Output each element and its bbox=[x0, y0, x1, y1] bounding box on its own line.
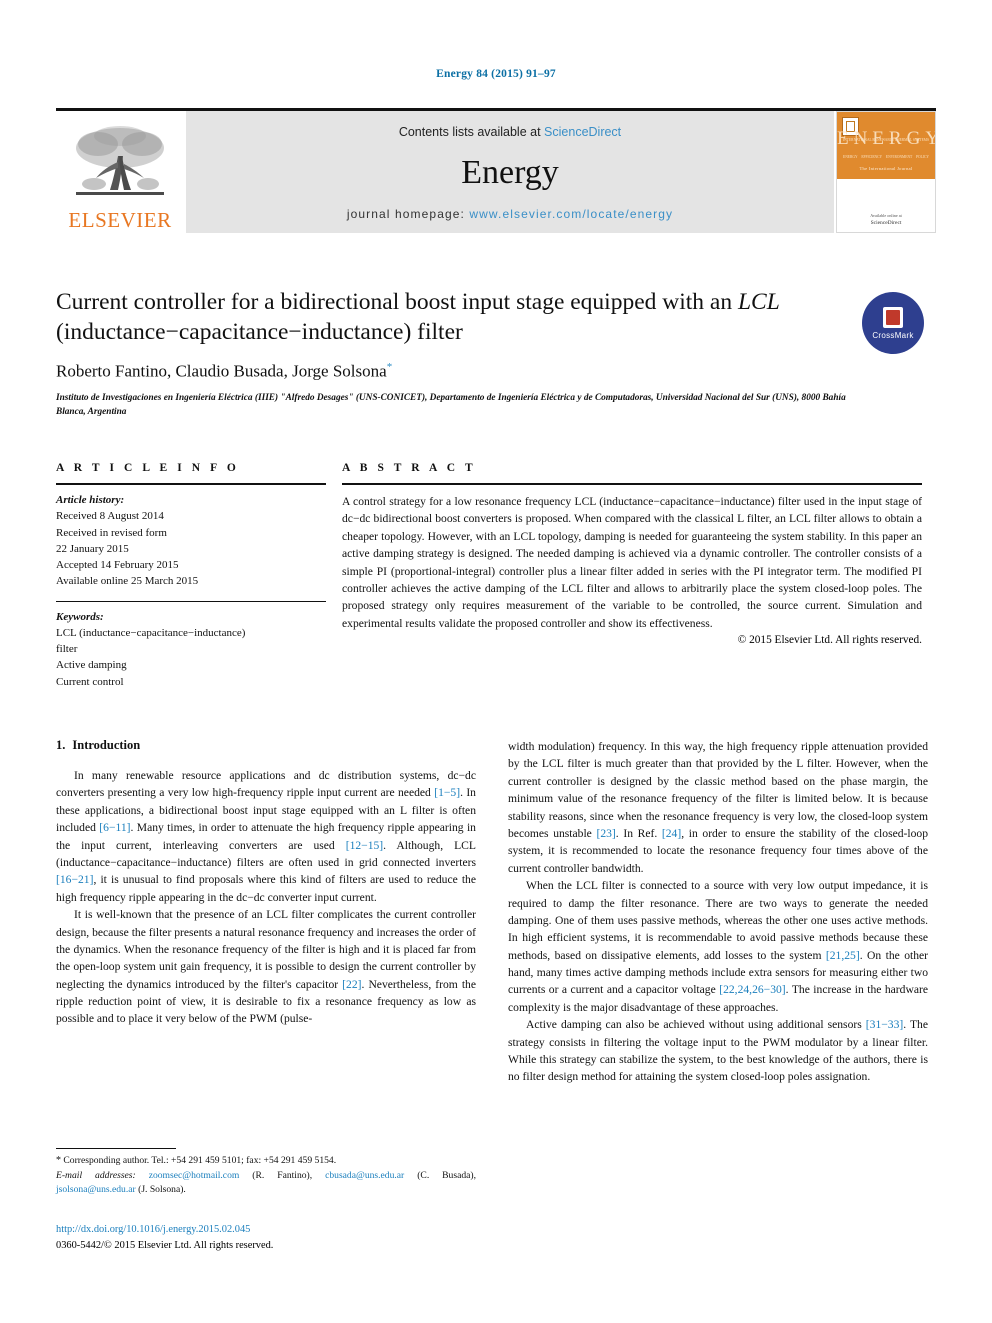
paragraph: width modulation) frequency. In this way… bbox=[508, 740, 928, 875]
keyword-item: LCL (inductance−capacitance−inductance) bbox=[56, 626, 246, 639]
cover-sciencedirect-brand: ScienceDirect bbox=[870, 219, 902, 226]
abstract-copyright: © 2015 Elsevier Ltd. All rights reserved… bbox=[737, 634, 922, 647]
paragraph: In many renewable resource applications … bbox=[56, 769, 476, 904]
divider bbox=[56, 483, 326, 485]
cover-tag: ENVIRONMENT bbox=[885, 155, 913, 160]
citation-link[interactable]: [21,25] bbox=[826, 949, 860, 962]
elsevier-logo: ELSEVIER bbox=[56, 111, 184, 233]
citation-link[interactable]: [23] bbox=[596, 827, 615, 840]
asterisk-icon: * bbox=[56, 1155, 61, 1166]
body-column-right: width modulation) frequency. In this way… bbox=[508, 738, 928, 1086]
citation-link[interactable]: [22] bbox=[342, 978, 361, 991]
corresponding-author-text: Corresponding author. Tel.: +54 291 459 … bbox=[63, 1155, 337, 1166]
corresponding-author-note: * Corresponding author. Tel.: +54 291 45… bbox=[56, 1153, 476, 1169]
keywords-list: Keywords: LCL (inductance−capacitance−in… bbox=[56, 609, 326, 690]
cover-tag: EFFICIENCY bbox=[861, 155, 883, 160]
title-line-1: Current controller for a bidirectional b… bbox=[56, 289, 705, 315]
article-history: Article history: Received 8 August 2014 … bbox=[56, 492, 326, 590]
homepage-prefix: journal homepage: bbox=[346, 207, 465, 221]
abstract-heading: A B S T R A C T bbox=[342, 462, 477, 474]
paragraph: When the LCL filter is connected to a so… bbox=[508, 879, 929, 1014]
citation-link[interactable]: [24] bbox=[662, 827, 681, 840]
keyword-item: filter bbox=[56, 643, 78, 656]
email-owner: (J. Solsona). bbox=[138, 1184, 186, 1196]
footnote-divider bbox=[56, 1148, 176, 1149]
paragraph: It is well-known that the presence of an… bbox=[56, 908, 476, 1026]
email-addresses-note: E-mail addresses: zoomsec@hotmail.com (R… bbox=[56, 1169, 476, 1196]
running-head: Energy 84 (2015) 91–97 bbox=[436, 68, 556, 80]
cover-subtitle: The International Journal bbox=[859, 166, 913, 172]
email-link[interactable]: jsolsona@uns.edu.ar bbox=[56, 1184, 136, 1195]
footnote-block: * Corresponding author. Tel.: +54 291 45… bbox=[56, 1148, 476, 1198]
history-item: Received 8 August 2014 bbox=[56, 510, 164, 523]
citation-link[interactable]: [31−33] bbox=[866, 1018, 903, 1031]
cover-tag: POLICY bbox=[916, 155, 929, 160]
author-list: Roberto Fantino, Claudio Busada, Jorge S… bbox=[56, 361, 886, 382]
section-number: 1. bbox=[56, 738, 66, 752]
divider bbox=[56, 600, 326, 602]
crossmark-icon bbox=[883, 306, 903, 328]
keyword-item: Active damping bbox=[56, 659, 127, 672]
abstract-section: A B S T R A C T A control strategy for a… bbox=[342, 462, 922, 646]
citation-link[interactable]: [16−21] bbox=[56, 873, 93, 886]
keywords-label: Keywords: bbox=[56, 610, 104, 623]
page-title: Current controller for a bidirectional b… bbox=[56, 288, 831, 347]
divider bbox=[342, 483, 922, 485]
email-owner: (R. Fantino) bbox=[252, 1169, 310, 1181]
citation-link[interactable]: [12−15] bbox=[346, 839, 383, 852]
section-heading-introduction: 1. Introduction bbox=[56, 738, 476, 753]
citation-link[interactable]: [22,24,26−30] bbox=[719, 983, 785, 996]
history-label: Article history: bbox=[56, 494, 125, 506]
cover-availability-text: Available online at bbox=[870, 212, 902, 218]
cover-energy-title: ENERGY bbox=[837, 127, 936, 149]
title-block: Current controller for a bidirectional b… bbox=[56, 288, 886, 420]
citation-link[interactable]: [1−5] bbox=[434, 786, 460, 799]
body-column-left: 1. Introduction In many renewable resourc… bbox=[56, 738, 476, 1028]
paragraph: Active damping can also be achieved with… bbox=[508, 1018, 928, 1084]
email-owner: (C. Busada) bbox=[417, 1169, 474, 1181]
history-item: Received in revised form bbox=[56, 526, 167, 539]
journal-cover-thumbnail[interactable]: INTERNATIONAL RENEWABLE THERMAL SYSTEMS … bbox=[836, 111, 936, 233]
email-link[interactable]: zoomsec@hotmail.com bbox=[149, 1170, 240, 1181]
paper-page: Energy 84 (2015) 91–97 ELSEVIER Contents… bbox=[0, 0, 992, 1323]
article-info-section: A R T I C L E I N F O Article history: R… bbox=[56, 462, 326, 690]
history-item: Accepted 14 February 2015 bbox=[56, 559, 179, 572]
cover-tiny-row-bottom: ENERGY EFFICIENCY ENVIRONMENT POLICY bbox=[843, 155, 929, 159]
contents-available-line: Contents lists available at ScienceDirec… bbox=[399, 125, 621, 139]
elsevier-tree-icon bbox=[68, 122, 172, 208]
contents-prefix: Contents lists available at bbox=[398, 125, 541, 139]
title-line-2-post: (inductance−capacitance−inductance) filt… bbox=[56, 318, 463, 345]
masthead-center: Contents lists available at ScienceDirec… bbox=[186, 111, 834, 233]
cover-top-panel: INTERNATIONAL RENEWABLE THERMAL SYSTEMS … bbox=[837, 112, 936, 180]
corresponding-author-marker[interactable]: * bbox=[387, 361, 393, 373]
affiliation: Instituto de Investigaciones en Ingenier… bbox=[56, 392, 846, 418]
email-link[interactable]: cbusada@uns.edu.ar bbox=[325, 1170, 404, 1181]
authors-text: Roberto Fantino, Claudio Busada, Jorge S… bbox=[56, 361, 387, 381]
title-acronym: LCL bbox=[737, 289, 780, 315]
elsevier-wordmark: ELSEVIER bbox=[68, 208, 172, 232]
doi-block: http://dx.doi.org/10.1016/j.energy.2015.… bbox=[56, 1222, 496, 1254]
journal-homepage-line: journal homepage: www.elsevier.com/locat… bbox=[347, 207, 673, 221]
crossmark-badge[interactable]: CrossMark bbox=[862, 292, 924, 354]
sciencedirect-link[interactable]: ScienceDirect bbox=[544, 125, 621, 139]
abstract-text: A control strategy for a low resonance f… bbox=[342, 495, 922, 630]
email-label: E-mail addresses: bbox=[56, 1169, 136, 1181]
section-title: Introduction bbox=[72, 738, 141, 752]
article-info-heading: A R T I C L E I N F O bbox=[56, 462, 240, 474]
journal-masthead: ELSEVIER Contents lists available at Sci… bbox=[56, 108, 936, 233]
title-line-2-pre: an bbox=[709, 289, 738, 315]
journal-title: Energy bbox=[461, 154, 559, 191]
issn-copyright-line: 0360-5442/© 2015 Elsevier Ltd. All right… bbox=[56, 1240, 274, 1252]
citation-link[interactable]: [6−11] bbox=[99, 821, 130, 834]
cover-bottom-panel: Available online at ScienceDirect bbox=[837, 179, 935, 232]
crossmark-label: CrossMark bbox=[872, 330, 914, 340]
homepage-url-link[interactable]: www.elsevier.com/locate/energy bbox=[469, 207, 673, 221]
history-item: Available online 25 March 2015 bbox=[56, 575, 199, 588]
keyword-item: Current control bbox=[56, 675, 124, 688]
history-item: 22 January 2015 bbox=[56, 542, 129, 555]
cover-tag: ENERGY bbox=[843, 155, 858, 160]
doi-link[interactable]: http://dx.doi.org/10.1016/j.energy.2015.… bbox=[56, 1222, 496, 1238]
